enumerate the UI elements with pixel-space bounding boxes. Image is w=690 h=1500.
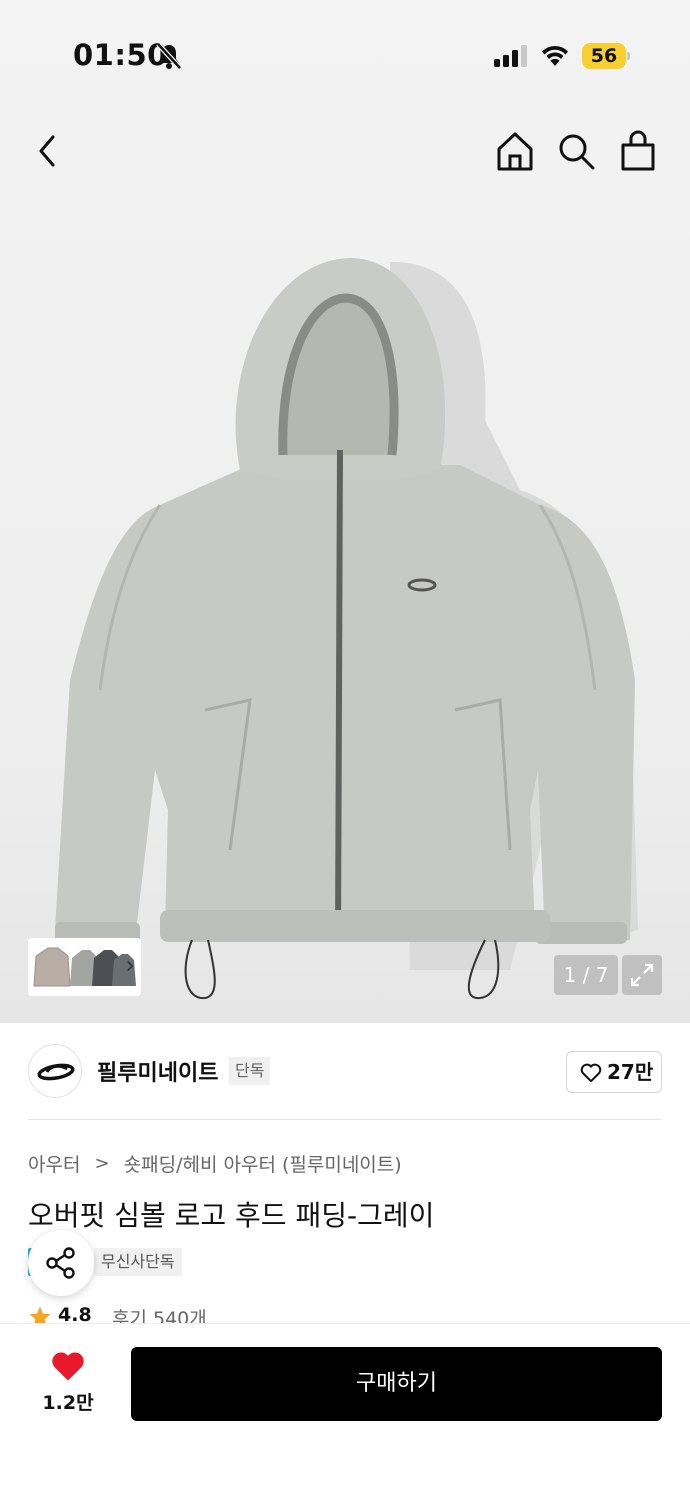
- battery-level: 56: [590, 45, 618, 67]
- wish-count: 1.2만: [42, 1392, 94, 1414]
- brand-like-button[interactable]: 27만: [566, 1051, 662, 1093]
- brand-row: 필루미네이트 단독 27만: [0, 1040, 690, 1104]
- bag-icon[interactable]: [616, 128, 660, 174]
- home-icon[interactable]: [493, 128, 537, 174]
- exclusive-badge: 단독: [229, 1057, 271, 1085]
- heart-filled-icon[interactable]: [50, 1350, 86, 1382]
- section-divider: [28, 1119, 662, 1120]
- breadcrumb-outer[interactable]: 아우터: [28, 1150, 80, 1177]
- product-title: 오버핏 심볼 로고 후드 패딩-그레이: [28, 1199, 435, 1232]
- musinsa-exclusive-tag: 무신사단독: [94, 1248, 182, 1276]
- thumb-next-arrow[interactable]: ›: [125, 952, 135, 978]
- breadcrumb: 아우터 > 숏패딩/헤비 아우터 (필루미네이트): [28, 1150, 402, 1178]
- status-time: 01:50: [73, 38, 168, 72]
- breadcrumb-separator: >: [94, 1153, 110, 1174]
- breadcrumb-category[interactable]: 숏패딩/헤비 아우터 (필루미네이트): [124, 1150, 402, 1177]
- top-nav: [0, 120, 690, 184]
- expand-image-button[interactable]: [622, 955, 662, 995]
- battery-indicator: 56: [582, 43, 630, 69]
- brand-logo[interactable]: [28, 1044, 82, 1098]
- share-button[interactable]: [28, 1230, 94, 1296]
- thumbnail-strip[interactable]: ›: [28, 938, 141, 996]
- heart-outline-icon: [580, 1063, 602, 1083]
- product-image-gallery[interactable]: 01:50 56 › 1 / 7: [0, 0, 690, 1023]
- brand-like-count: 27만: [607, 1060, 654, 1084]
- product-photo-jacket: [55, 258, 638, 1000]
- back-icon[interactable]: [26, 128, 70, 174]
- status-bar: 01:50 56: [0, 0, 690, 100]
- image-page-counter: 1 / 7: [554, 955, 618, 995]
- brand-name[interactable]: 필루미네이트: [97, 1055, 218, 1087]
- buy-button[interactable]: 구매하기: [131, 1347, 662, 1421]
- bottom-purchase-bar: 1.2만 구매하기: [0, 1323, 690, 1500]
- search-icon[interactable]: [554, 128, 598, 174]
- signal-icon: [494, 45, 527, 67]
- wifi-icon: [542, 45, 568, 66]
- bell-off-icon: [156, 42, 182, 70]
- share-icon: [46, 1247, 75, 1279]
- expand-icon: [630, 963, 654, 987]
